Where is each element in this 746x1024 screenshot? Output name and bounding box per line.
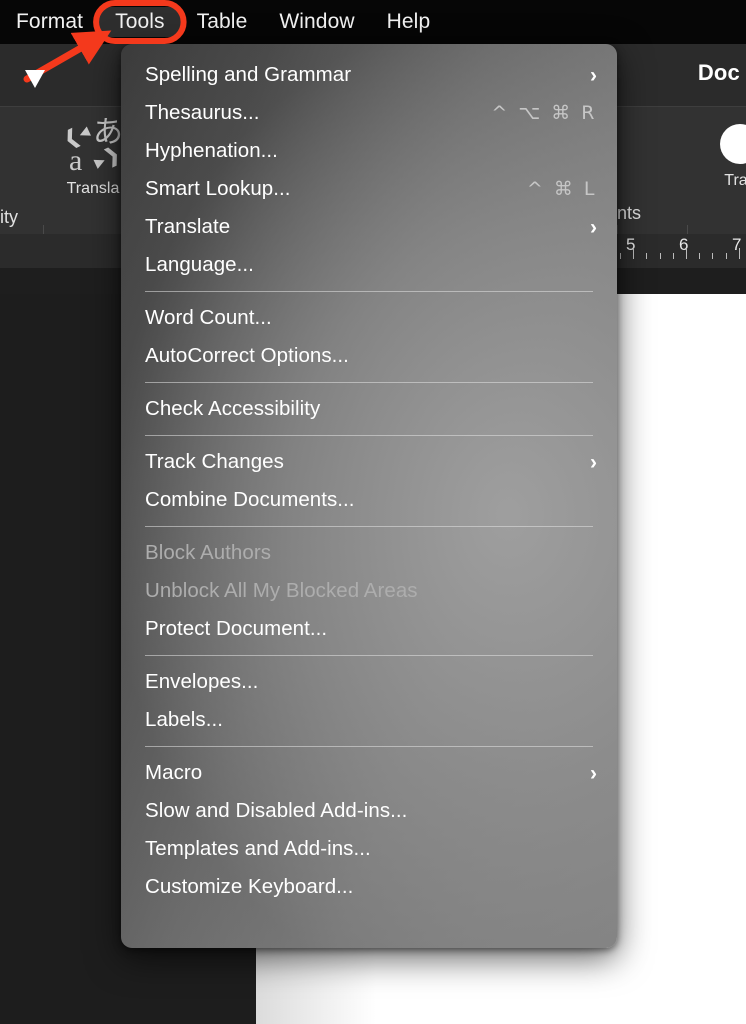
menu-item-customize-keyboard[interactable]: Customize Keyboard... [121, 868, 617, 906]
menu-item-label: Envelopes... [145, 670, 259, 693]
chevron-right-icon: › [589, 450, 597, 474]
ruler-number: 7 [732, 235, 742, 254]
menu-item-label: Hyphenation... [145, 139, 278, 162]
menu-item-label: Macro [145, 761, 203, 784]
tools-dropdown-menu[interactable]: Spelling and Grammar › Thesaurus... ^ ⌥ ⌘ R… [121, 44, 617, 948]
ruler-tick [712, 253, 713, 259]
ruler-number: 5 [626, 235, 636, 254]
menu-item-label: Block Authors [145, 541, 271, 564]
menu-item-label: Protect Document... [145, 617, 328, 640]
menu-item-block-authors: Block Authors [121, 534, 617, 572]
ribbon-button-track-changes[interactable]: Trac [700, 124, 746, 190]
ruler-tick [673, 253, 674, 259]
menu-item-protect-document[interactable]: Protect Document... [121, 610, 617, 648]
menu-item-templates-and-add-ins[interactable]: Templates and Add-ins... [121, 830, 617, 868]
chevron-right-icon: › [589, 215, 597, 239]
screenshot-root: FormatToolsTableWindowHelp Doc lity あ a … [0, 0, 746, 1024]
menu-separator [145, 382, 593, 383]
menu-item-label: Unblock All My Blocked Areas [145, 579, 418, 602]
menu-item-label: Thesaurus... [145, 101, 260, 124]
menu-item-slow-and-disabled-add-ins[interactable]: Slow and Disabled Add-ins... [121, 792, 617, 830]
menu-item-envelopes[interactable]: Envelopes... [121, 663, 617, 701]
document-title: Doc [697, 60, 740, 85]
chevron-right-icon: › [589, 761, 597, 785]
menu-item-autocorrect-options[interactable]: AutoCorrect Options... [121, 337, 617, 375]
menu-bar: Format Tools Table Window Help [0, 0, 746, 44]
menu-item-track-changes[interactable]: Track Changes › [121, 443, 617, 481]
menu-item-label: Labels... [145, 708, 223, 731]
menu-item-shortcut: ^ ⌘ L [526, 178, 597, 200]
menu-item-macro[interactable]: Macro › [121, 754, 617, 792]
menu-item-check-accessibility[interactable]: Check Accessibility [121, 390, 617, 428]
menu-item-label: Customize Keyboard... [145, 875, 354, 898]
menu-item-translate[interactable]: Translate › [121, 208, 617, 246]
ribbon-button-track-changes-label: Trac [724, 172, 746, 189]
ruler-tick [633, 248, 634, 259]
menu-item-smart-lookup[interactable]: Smart Lookup... ^ ⌘ L [121, 170, 617, 208]
ruler-tick [699, 253, 700, 259]
chevron-right-icon: › [589, 63, 597, 87]
ruler-tick [620, 253, 621, 259]
menu-item-hyphenation[interactable]: Hyphenation... [121, 132, 617, 170]
menu-item-word-count[interactable]: Word Count... [121, 299, 617, 337]
menu-item-spelling-and-grammar[interactable]: Spelling and Grammar › [121, 56, 617, 94]
menu-separator [145, 655, 593, 656]
ruler-tick [646, 253, 647, 259]
menu-item-combine-documents[interactable]: Combine Documents... [121, 481, 617, 519]
menu-separator [145, 435, 593, 436]
menu-item-label: Track Changes [145, 450, 284, 473]
ribbon-button-accessibility-label: lity [0, 207, 18, 227]
menu-item-label: Check Accessibility [145, 397, 321, 420]
menu-item-label: Language... [145, 253, 254, 276]
ruler-tick [739, 248, 740, 259]
menubar-item-window[interactable]: Window [263, 7, 370, 37]
menu-item-label: Combine Documents... [145, 488, 355, 511]
menu-item-label: AutoCorrect Options... [145, 344, 349, 367]
menu-separator [145, 526, 593, 527]
menu-item-language[interactable]: Language... [121, 246, 617, 284]
menu-item-label: Word Count... [145, 306, 272, 329]
track-changes-circle-icon [720, 124, 746, 164]
menubar-item-tools[interactable]: Tools [99, 7, 181, 37]
ruler-tick [686, 248, 687, 259]
ruler-tick [726, 253, 727, 259]
menu-item-label: Templates and Add-ins... [145, 837, 371, 860]
menu-item-label: Spelling and Grammar [145, 63, 352, 86]
menu-item-label: Slow and Disabled Add-ins... [145, 799, 408, 822]
menu-item-labels[interactable]: Labels... [121, 701, 617, 739]
menu-item-label: Translate [145, 215, 231, 238]
translate-icon-arrow-left: ❰◂ [59, 120, 94, 152]
menu-item-unblock-all-my-blocked-areas: Unblock All My Blocked Areas [121, 572, 617, 610]
translate-icon-glyph-ja: あ [93, 115, 123, 150]
menubar-item-format[interactable]: Format [0, 7, 99, 37]
ruler-tick [660, 253, 661, 259]
menu-separator [145, 291, 593, 292]
menu-item-shortcut: ^ ⌥ ⌘ R [491, 102, 597, 124]
menubar-item-help[interactable]: Help [371, 7, 447, 37]
menu-item-label: Smart Lookup... [145, 177, 291, 200]
ruler-number: 6 [679, 235, 689, 254]
menu-separator [145, 746, 593, 747]
menubar-item-table[interactable]: Table [181, 7, 264, 37]
menu-item-thesaurus[interactable]: Thesaurus... ^ ⌥ ⌘ R [121, 94, 617, 132]
translate-icon: あ a ❰◂ ❰◂ [59, 118, 125, 176]
